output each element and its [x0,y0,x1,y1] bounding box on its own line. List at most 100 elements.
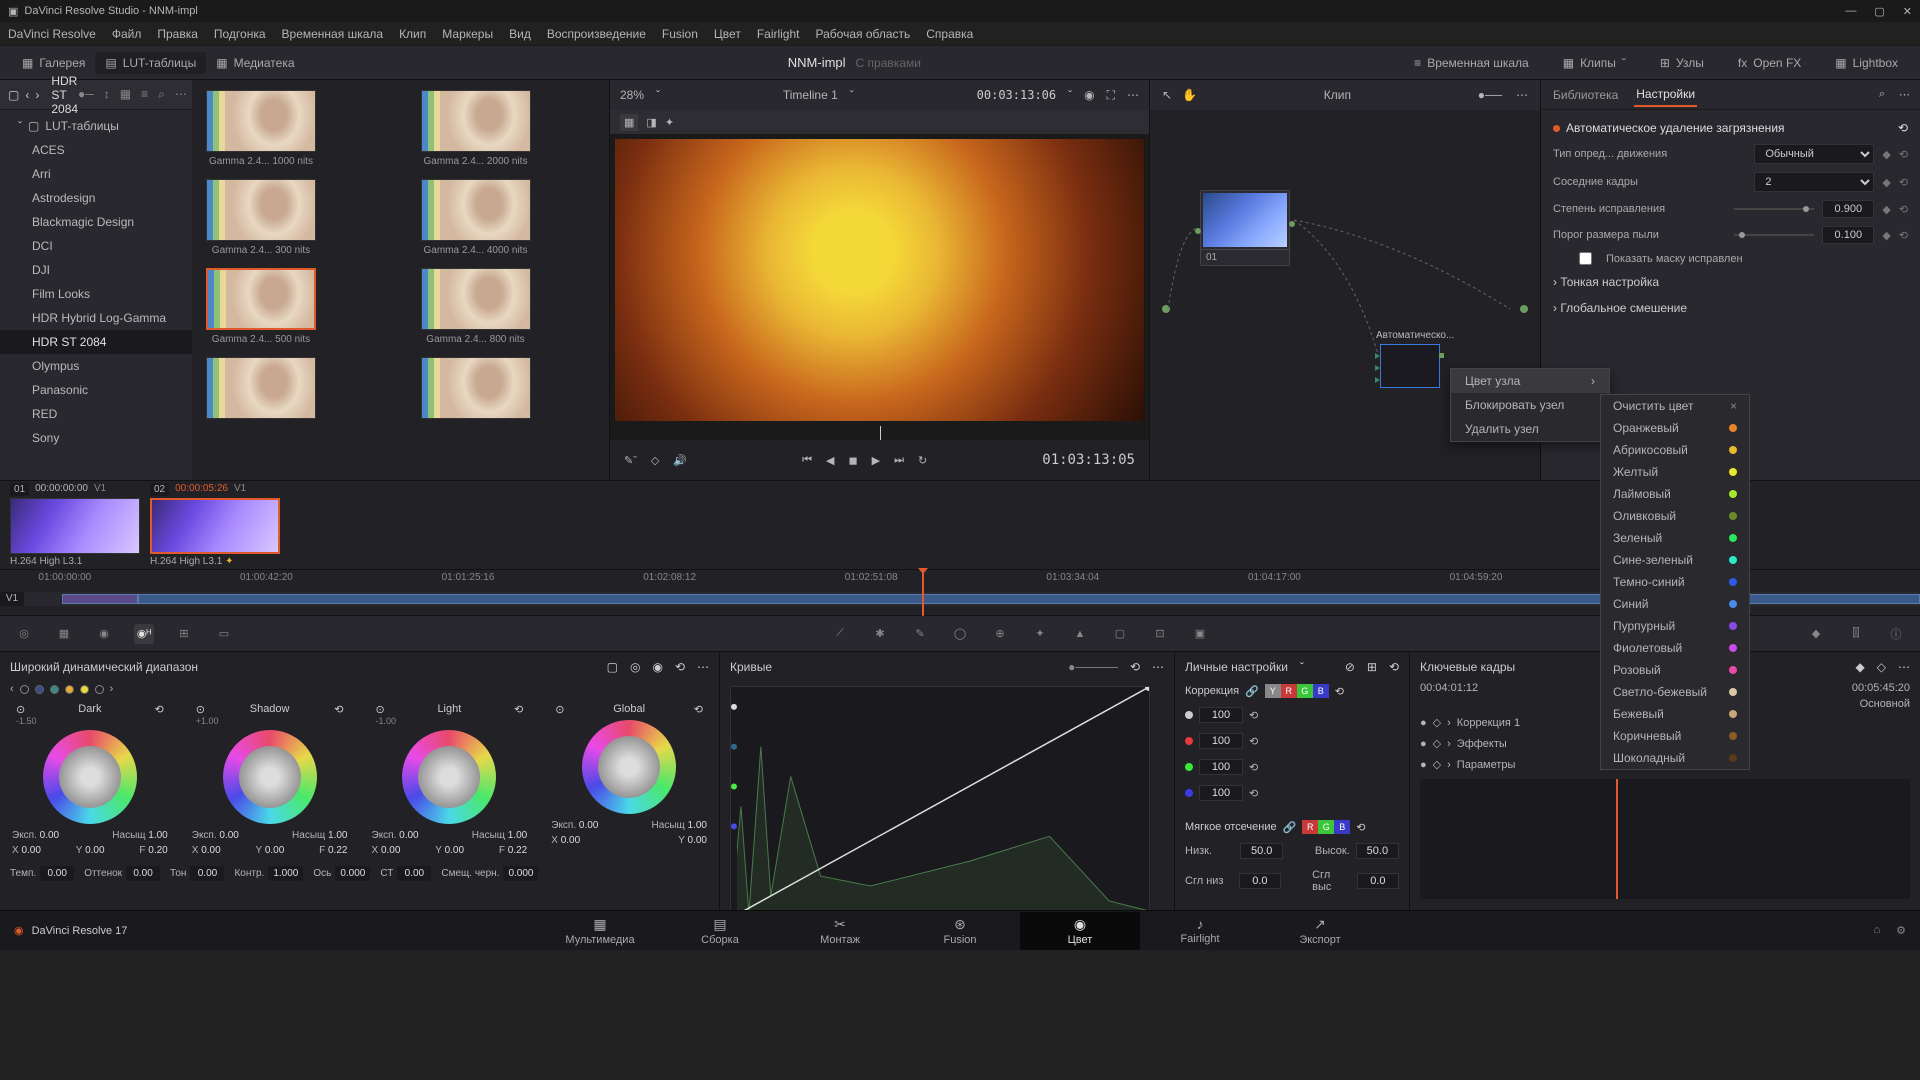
lum-value[interactable] [1199,707,1243,723]
reset-icon[interactable]: ⟲ [1249,735,1258,748]
keyframe-icon[interactable]: ◆ [1882,203,1890,216]
nodes-button[interactable]: ⊞Узлы [1650,52,1714,74]
camera-raw-icon[interactable]: ◎ [14,624,34,644]
link-icon[interactable]: 🔗 [1283,821,1297,834]
g-btn[interactable]: G [1318,820,1334,834]
minimize-icon[interactable]: — [1845,5,1856,18]
pivot-value[interactable]: 0.000 [335,866,370,881]
timeline-button[interactable]: ≡Временная шкала [1404,52,1539,74]
lut-folder-item[interactable]: DJI [0,258,192,282]
hue-value[interactable]: 0.00 [190,866,224,881]
ctx-lock-node[interactable]: Блокировать узел [1451,393,1609,417]
lut-thumb[interactable]: Gamma 2.4... 800 nits [421,268,531,345]
dust-threshold-slider[interactable]: .prop-slider[data-name='dust-threshold-s… [1734,234,1814,236]
play-icon[interactable]: ▶ [872,454,880,467]
lut-folder-item[interactable]: Sony [0,426,192,450]
more-icon[interactable]: ⋯ [1898,660,1910,674]
color-option[interactable]: Розовый [1601,659,1749,681]
reset-icon[interactable]: ⟲ [675,660,685,674]
unmix-icon[interactable]: ◇ [651,454,659,467]
openfx-button[interactable]: fxOpen FX [1728,52,1811,74]
curves-icon[interactable]: ⟋ [830,624,850,644]
color-option[interactable]: Светло-бежевый [1601,681,1749,703]
reset-icon[interactable]: ⟲ [1899,229,1908,242]
menu-file[interactable]: Файл [112,27,142,41]
lut-folder-item[interactable]: Arri [0,162,192,186]
b-btn[interactable]: B [1313,684,1329,698]
media-button[interactable]: ▦Медиатека [206,52,304,74]
menu-timeline[interactable]: Временная шкала [282,27,384,41]
viewer-image[interactable] [615,139,1144,421]
page-tab-fusion[interactable]: ⊛Fusion [900,912,1020,950]
rgb-mixer-icon[interactable]: ⊞ [174,624,194,644]
color-option[interactable]: Коричневый [1601,725,1749,747]
wheel-dark[interactable]: ⊙Dark⟲-1.50Эксп. 0.00Насыщ 1.00X 0.00Y 0… [10,703,170,858]
clip-thumb[interactable]: 0100:00:00:00V1H.264 High L3.1 [10,483,140,567]
node-mode[interactable]: Клип [1197,88,1478,102]
slider-icon[interactable]: ●─ [78,87,94,102]
color-option[interactable]: Очистить цвет× [1601,395,1749,417]
color-option[interactable]: Пурпурный [1601,615,1749,637]
high-value[interactable]: 50.0 [1356,843,1399,859]
blur-icon[interactable]: ▲ [1070,624,1090,644]
wand-icon[interactable]: ✦ [665,116,674,129]
color-option[interactable]: Лаймовый [1601,483,1749,505]
fine-tune-section[interactable]: › Тонкая настройка [1553,269,1908,295]
viewer-scrubber[interactable] [615,426,1144,440]
hs-value[interactable]: 0.0 [1357,873,1399,889]
mode-icon[interactable]: ▢ [607,660,618,674]
link-icon[interactable]: ⊘ [1345,660,1355,674]
chevron-down-icon[interactable]: ˇ [850,88,854,102]
highlight-icon[interactable]: ▦ [620,114,638,131]
y-btn[interactable]: Y [1265,684,1281,698]
color-option[interactable]: Бежевый [1601,703,1749,725]
tab-settings[interactable]: Настройки [1634,83,1697,107]
custom-title[interactable]: Личные настройки [1185,660,1288,674]
reset-icon[interactable]: ⟲ [1356,821,1365,834]
split-icon[interactable]: ◨ [646,116,656,129]
expand-icon[interactable]: ⛶ [1107,88,1115,103]
reset-icon[interactable]: ⟲ [1389,660,1399,674]
tab-library[interactable]: Библиотека [1551,84,1620,106]
scope-icon[interactable]: ◉ [652,660,662,674]
reset-icon[interactable]: ⟲ [1249,761,1258,774]
lut-folder-item[interactable]: HDR Hybrid Log-Gamma [0,306,192,330]
neighbor-frames-select[interactable]: 2 [1754,172,1874,192]
page-tab-цвет[interactable]: ◉Цвет [1020,912,1140,950]
scopes-icon[interactable]: ⫿⫿ [1846,624,1866,644]
menu-fusion[interactable]: Fusion [662,27,698,41]
color-option[interactable]: Синий [1601,593,1749,615]
more-icon[interactable]: ⋯ [175,87,187,102]
lut-folder-item[interactable]: DCI [0,234,192,258]
search-icon[interactable]: ⌕ [158,87,165,102]
repair-strength-slider[interactable] [1734,208,1814,210]
playhead[interactable] [922,570,924,616]
menu-playback[interactable]: Воспроизведение [547,27,646,41]
nav-back-icon[interactable]: ‹ [25,88,29,102]
color-option[interactable]: Сине-зеленый [1601,549,1749,571]
zone-selector[interactable]: ‹ › [10,680,709,703]
gallery-button[interactable]: ▦Галерея [12,52,95,74]
reset-icon[interactable]: ⟲ [1335,685,1344,698]
page-tab-экспорт[interactable]: ↗Экспорт [1260,912,1380,950]
fx-active-dot[interactable] [1553,125,1560,132]
3d-icon[interactable]: ▣ [1190,624,1210,644]
red-dot[interactable] [1185,737,1193,745]
settings-icon[interactable]: ⚙ [1896,924,1906,937]
window-icon[interactable]: ◯ [950,624,970,644]
temp-value[interactable]: 0.00 [40,866,74,881]
key-icon[interactable]: ▢ [1110,624,1130,644]
chevron-down-icon[interactable]: ˇ [1068,88,1072,102]
reset-icon[interactable]: ⟲ [1899,176,1908,189]
slider-icon[interactable]: ●── [1478,88,1502,102]
more-icon[interactable]: ⋯ [697,660,709,674]
loop-icon[interactable]: ↻ [918,454,927,467]
lut-folder-item[interactable]: HDR ST 2084 [0,330,192,354]
page-tab-fairlight[interactable]: ♪Fairlight [1140,912,1260,950]
ls-value[interactable]: 0.0 [1239,873,1281,889]
green-value[interactable] [1199,759,1243,775]
lut-thumb[interactable]: Gamma 2.4... 1000 nits [206,90,316,167]
zoom-value[interactable]: 28% [620,88,644,102]
close-icon[interactable]: ✕ [1903,5,1912,18]
hdr-icon[interactable]: ◉ᴴ [134,624,154,644]
